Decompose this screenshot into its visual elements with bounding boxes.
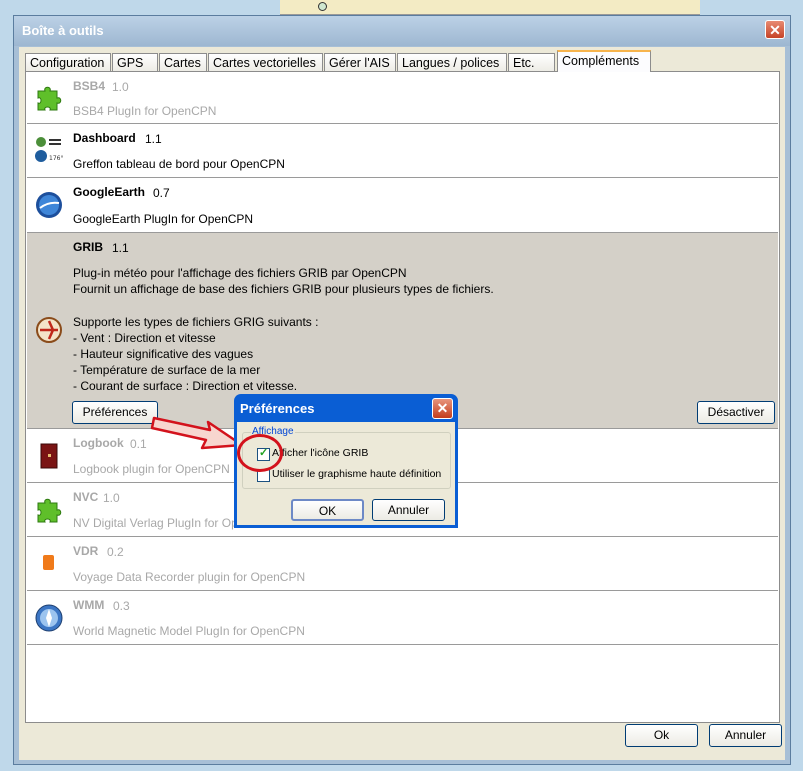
tab-cartes[interactable]: Cartes xyxy=(159,53,207,72)
grib-icon xyxy=(36,317,62,343)
vdr-icon xyxy=(43,555,54,570)
tab-configuration[interactable]: Configuration xyxy=(25,53,111,72)
plugin-name: BSB4 xyxy=(73,79,106,93)
plugin-description-line: Plug-in météo pour l'affichage des fichi… xyxy=(73,266,407,280)
plugin-version: 0.3 xyxy=(113,599,130,613)
dialog-title: Préférences xyxy=(240,401,315,416)
plugin-description-line: - Courant de surface : Direction et vite… xyxy=(73,379,298,393)
tab-complements[interactable]: Compléments xyxy=(557,50,651,72)
window-title: Boîte à outils xyxy=(22,23,104,38)
preferences-button[interactable]: Préférences xyxy=(72,401,158,424)
tab-gerer-ais[interactable]: Gérer l'AIS xyxy=(324,53,396,72)
svg-text:176°: 176° xyxy=(49,155,63,162)
annotation-circle xyxy=(237,434,283,472)
plugin-description: Voyage Data Recorder plugin for OpenCPN xyxy=(73,570,306,584)
plugin-version: 0.1 xyxy=(130,437,147,451)
tab-langues-polices[interactable]: Langues / polices xyxy=(397,53,507,72)
plugin-description: GoogleEarth PlugIn for OpenCPN xyxy=(73,212,254,226)
plugin-version: 1.1 xyxy=(112,241,129,255)
dialog-close-button[interactable]: ✕ xyxy=(432,398,453,419)
window-titlebar[interactable]: Boîte à outils ✕ xyxy=(14,16,790,46)
plugin-description-line: - Hauteur significative des vagues xyxy=(73,347,254,361)
dialog-cancel-button[interactable]: Annuler xyxy=(372,499,445,521)
tab-gps[interactable]: GPS xyxy=(112,53,158,72)
dialog-ok-button[interactable]: OK xyxy=(291,499,364,521)
show-grib-icon-label: Afficher l'icône GRIB xyxy=(272,447,369,459)
chart-buoy-mark xyxy=(318,2,327,11)
plugin-row-wmm[interactable]: WMM 0.3 World Magnetic Model PlugIn for … xyxy=(27,591,778,645)
plugin-row-bsb4[interactable]: BSB4 1.0 BSB4 PlugIn for OpenCPN xyxy=(27,72,778,124)
plugin-version: 1.0 xyxy=(103,491,120,505)
tab-etc[interactable]: Etc. xyxy=(508,53,555,72)
plugin-name: Dashboard xyxy=(73,131,136,145)
plugin-description-line: - Vent : Direction et vitesse xyxy=(73,331,216,345)
plugin-row-googleearth[interactable]: GoogleEarth 0.7 GoogleEarth PlugIn for O… xyxy=(27,178,778,233)
plugin-name: NVC xyxy=(73,490,99,504)
plugin-description: BSB4 PlugIn for OpenCPN xyxy=(73,104,217,118)
plugin-version: 0.7 xyxy=(153,186,170,200)
disable-button[interactable]: Désactiver xyxy=(697,401,775,424)
compass-icon xyxy=(35,604,63,632)
plugin-name: GRIB xyxy=(73,240,103,254)
puzzle-icon xyxy=(37,498,62,523)
globe-icon xyxy=(36,192,62,218)
plugin-name: VDR xyxy=(73,544,99,558)
plugin-version: 1.1 xyxy=(145,132,162,146)
plugin-description-line: - Température de surface de la mer xyxy=(73,363,261,377)
tab-cartes-vectorielles[interactable]: Cartes vectorielles xyxy=(208,53,323,72)
ok-button[interactable]: Ok xyxy=(625,724,698,747)
plugin-name: GoogleEarth xyxy=(73,185,146,199)
close-icon: ✕ xyxy=(769,22,781,38)
plugin-version: 1.0 xyxy=(112,80,129,94)
plugin-name: Logbook xyxy=(73,436,124,450)
cancel-button[interactable]: Annuler xyxy=(709,724,782,747)
plugin-description-line: Supporte les types de fichiers GRIG suiv… xyxy=(73,315,319,329)
toolbox-window: Boîte à outils ✕ Configuration GPS Carte… xyxy=(13,15,791,765)
chart-land xyxy=(280,0,700,15)
plugin-description: Logbook plugin for OpenCPN xyxy=(73,462,230,476)
plugin-description: Greffon tableau de bord pour OpenCPN xyxy=(73,157,285,171)
plugin-row-dashboard[interactable]: 176° Dashboard 1.1 Greffon tableau de bo… xyxy=(27,124,778,178)
plugin-description-line: Fournit un affichage de base des fichier… xyxy=(73,282,494,296)
window-close-button[interactable]: ✕ xyxy=(765,20,785,39)
puzzle-icon xyxy=(37,86,62,111)
close-icon: ✕ xyxy=(436,400,449,416)
dashboard-icon: 176° xyxy=(35,137,63,162)
plugin-row-vdr[interactable]: VDR 0.2 Voyage Data Recorder plugin for … xyxy=(27,537,778,591)
plugin-description: World Magnetic Model PlugIn for OpenCPN xyxy=(73,624,305,638)
plugin-name: WMM xyxy=(73,598,105,612)
high-def-graphics-label: Utiliser le graphisme haute définition xyxy=(272,468,442,480)
logbook-icon xyxy=(40,443,58,469)
plugin-version: 0.2 xyxy=(107,545,124,559)
